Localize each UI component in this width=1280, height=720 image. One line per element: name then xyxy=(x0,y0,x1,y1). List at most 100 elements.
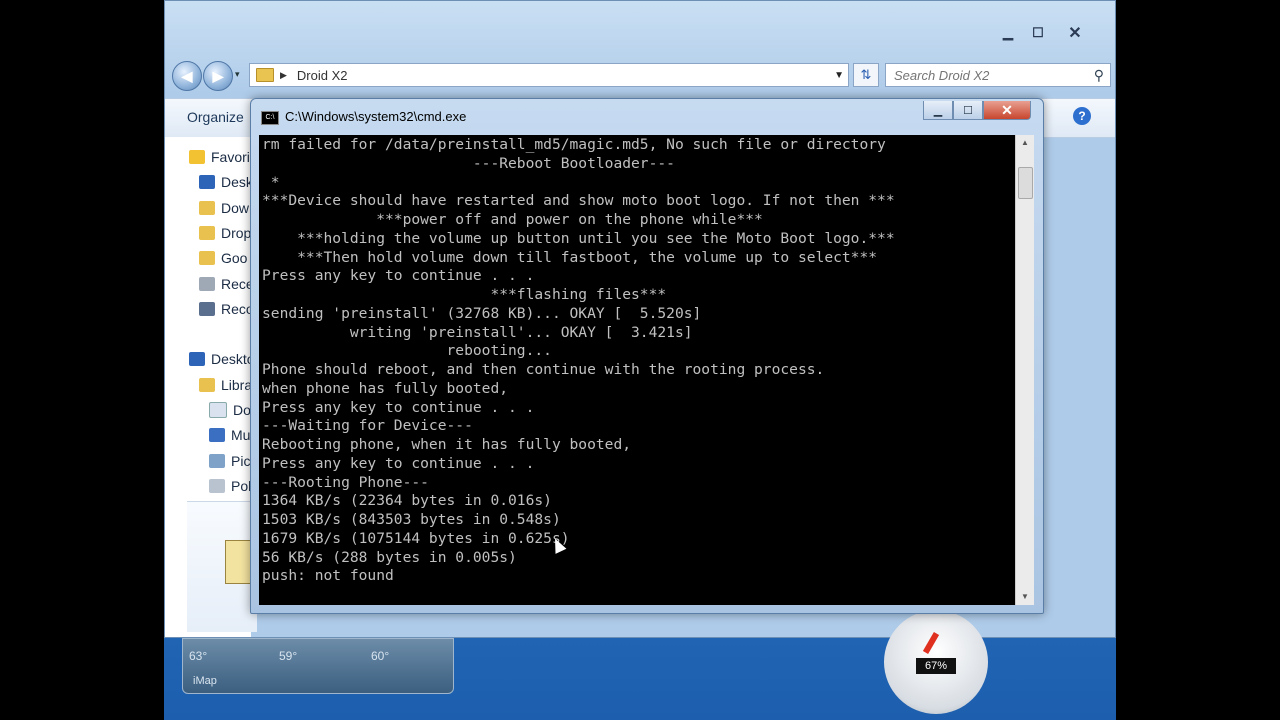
cmd-maximize-button[interactable]: ☐ xyxy=(953,101,983,120)
nav-label: Deskto xyxy=(211,351,255,367)
organize-button[interactable]: Organize xyxy=(187,109,244,125)
documents-icon xyxy=(209,402,227,418)
nav-label: Desk xyxy=(221,174,253,190)
console-line: sending 'preinstall' (32768 KB)... OKAY … xyxy=(262,304,702,322)
nav-label: Goo xyxy=(221,250,248,266)
console-line: ---Reboot Bootloader--- xyxy=(472,154,675,172)
cmd-caption-buttons: ▁ ☐ ✕ xyxy=(923,101,1031,120)
address-dropdown-icon[interactable]: ▼ xyxy=(834,70,844,81)
help-icon[interactable]: ? xyxy=(1073,107,1091,125)
explorer-minimize-button[interactable]: ▁ xyxy=(993,23,1023,43)
console-line: 1364 KB/s (22364 bytes in 0.016s) xyxy=(262,492,552,510)
cmd-icon: C:\ xyxy=(261,111,279,125)
console-text: rm failed for /data/preinstall_md5/magic… xyxy=(259,135,1015,587)
console-line: ---Rooting Phone--- xyxy=(262,473,429,491)
console-line: ---Waiting for Device--- xyxy=(262,417,473,435)
nav-label: Dow xyxy=(221,200,250,216)
downloads-folder-icon xyxy=(199,201,215,215)
breadcrumb-arrow-icon[interactable]: ▶ xyxy=(280,70,287,81)
weather-temp-1: 63° xyxy=(189,649,208,663)
console-line: Press any key to continue . . . xyxy=(262,398,535,416)
nav-podcasts[interactable]: Pol xyxy=(209,476,251,496)
desktop-icon xyxy=(199,175,215,189)
console-line: ***holding the volume up button until yo… xyxy=(297,229,895,247)
console-line: writing 'preinstall'... OKAY [ 3.421s] xyxy=(349,323,693,341)
cmd-window-title: C:\Windows\system32\cmd.exe xyxy=(285,109,467,124)
console-line: * xyxy=(270,173,280,191)
search-icon[interactable]: ⚲ xyxy=(1094,67,1104,84)
console-line: 56 KB/s (288 bytes in 0.005s) xyxy=(262,548,517,566)
folder-icon xyxy=(256,68,274,82)
star-icon xyxy=(189,150,205,164)
nav-label: Favori xyxy=(211,149,250,165)
music-icon xyxy=(209,428,225,442)
nav-recent-places[interactable]: Rece xyxy=(199,274,254,294)
nav-label: Do xyxy=(233,402,251,418)
console-line: push: not found xyxy=(262,567,394,585)
nav-label: Reco xyxy=(221,301,254,317)
nav-desktop-root[interactable]: Deskto xyxy=(189,349,255,369)
cmd-window[interactable]: C:\ C:\Windows\system32\cmd.exe ▁ ☐ ✕ rm… xyxy=(250,98,1044,614)
recent-places-icon xyxy=(199,277,215,291)
nav-music[interactable]: Mu xyxy=(209,425,250,445)
nav-documents[interactable]: Do xyxy=(209,400,251,420)
console-line: Phone should reboot, and then continue w… xyxy=(262,361,825,378)
nav-label: Pic xyxy=(231,453,251,469)
nav-desktop[interactable]: Desk xyxy=(199,172,253,192)
console-line: ***power off and power on the phone whil… xyxy=(376,211,763,228)
console-line: rebooting... xyxy=(446,342,552,360)
libraries-icon xyxy=(199,378,215,392)
refresh-icon: ⇅ xyxy=(860,67,872,82)
search-input[interactable] xyxy=(892,64,1086,86)
console-line: 1679 KB/s (1075144 bytes in 0.625s) xyxy=(262,529,570,547)
forward-arrow-icon: ▶ xyxy=(212,67,224,84)
console-scrollbar[interactable]: ▲ ▼ xyxy=(1015,135,1034,605)
console-line: ***flashing files*** xyxy=(490,286,667,303)
details-pane xyxy=(187,501,257,632)
nav-label: Pol xyxy=(231,478,252,494)
desktop-icon xyxy=(189,352,205,366)
back-button[interactable]: ◀ xyxy=(172,61,202,91)
console-line: 1503 KB/s (843503 bytes in 0.548s) xyxy=(262,511,561,528)
nav-dropbox[interactable]: Drop xyxy=(199,223,251,243)
console-output[interactable]: rm failed for /data/preinstall_md5/magic… xyxy=(259,135,1015,605)
address-path[interactable]: Droid X2 xyxy=(297,68,348,83)
google-drive-folder-icon xyxy=(199,251,215,265)
explorer-maximize-button[interactable]: ☐ xyxy=(1023,23,1053,43)
cmd-close-button[interactable]: ✕ xyxy=(983,101,1031,120)
nav-downloads[interactable]: Dow xyxy=(199,198,249,218)
scroll-down-icon[interactable]: ▼ xyxy=(1016,589,1034,605)
search-box[interactable]: ⚲ xyxy=(885,63,1111,87)
weather-temp-2: 59° xyxy=(279,649,298,663)
nav-favorites[interactable]: Favori xyxy=(189,147,250,167)
nav-label: Mu xyxy=(231,427,251,443)
meter-needle xyxy=(922,631,940,655)
scroll-up-icon[interactable]: ▲ xyxy=(1016,135,1034,151)
pictures-icon xyxy=(209,454,225,468)
cmd-minimize-button[interactable]: ▁ xyxy=(923,101,953,120)
console-line: when phone has fully booted, xyxy=(262,379,509,397)
forward-button[interactable]: ▶ xyxy=(203,61,233,91)
weather-gadget[interactable]: 63° 59° 60° iMap xyxy=(182,638,454,694)
weather-temp-3: 60° xyxy=(371,649,390,663)
cpu-meter-gadget[interactable]: 67% xyxy=(884,610,988,714)
scroll-thumb[interactable] xyxy=(1018,167,1033,199)
explorer-close-button[interactable]: ✕ xyxy=(1053,23,1097,43)
nav-google-drive[interactable]: Goo xyxy=(199,248,247,268)
nav-label: Drop xyxy=(221,225,252,241)
console-line: rm failed for /data/preinstall_md5/magic… xyxy=(262,136,886,153)
nav-pictures[interactable]: Pic xyxy=(209,451,250,471)
refresh-button[interactable]: ⇅ xyxy=(853,63,879,87)
nav-recorded-tv[interactable]: Reco xyxy=(199,299,254,319)
back-arrow-icon: ◀ xyxy=(181,67,193,84)
podcasts-icon xyxy=(209,479,225,493)
recorded-tv-icon xyxy=(199,302,215,316)
nav-libraries[interactable]: Libra xyxy=(199,375,252,395)
recent-pages-dropdown-icon[interactable]: ▾ xyxy=(235,69,240,80)
nav-label: Libra xyxy=(221,377,253,393)
address-bar[interactable]: ▶ Droid X2 ▼ xyxy=(249,63,849,87)
nav-label: Rece xyxy=(221,276,254,292)
console-line: Rebooting phone, when it has fully boote… xyxy=(262,436,632,453)
console-line: ***Device should have restarted and show… xyxy=(262,192,895,210)
explorer-caption-buttons: ▁ ☐ ✕ xyxy=(993,23,1097,43)
